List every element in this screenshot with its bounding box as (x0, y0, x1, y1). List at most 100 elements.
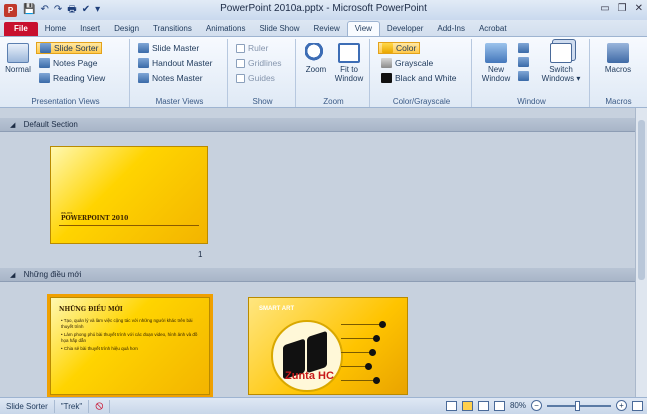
grayscale-icon (381, 58, 392, 68)
arrange-all-icon[interactable] (518, 43, 529, 53)
move-split-icon[interactable] (518, 71, 529, 81)
ruler-checkbox[interactable]: Ruler (236, 43, 268, 53)
slide-thumbnail-3[interactable]: SMART ART Zunta HC (248, 297, 408, 395)
guides-label: Guides (248, 73, 275, 83)
bullet-dot (373, 335, 380, 342)
ruler-check-icon (236, 43, 245, 53)
switch-windows-icon (550, 43, 572, 63)
zoom-label: Zoom (305, 65, 327, 74)
connector-line (341, 338, 375, 339)
tab-insert[interactable]: Insert (73, 22, 107, 36)
slide-thumbnail-2[interactable]: NHỮNG ĐIỀU MỚI • Tạo, quản lý và làm việ… (47, 294, 213, 397)
tab-home[interactable]: Home (38, 22, 73, 36)
group-label-master-views: Master Views (155, 97, 204, 106)
tab-acrobat[interactable]: Acrobat (472, 22, 514, 36)
group-label-color-grayscale: Color/Grayscale (392, 97, 451, 106)
group-presentation-views: Normal Slide Sorter Notes Page Reading V… (2, 39, 130, 107)
notes-master-label: Notes Master (152, 73, 203, 83)
handout-master-icon (138, 58, 149, 68)
black-and-white-button[interactable]: Black and White (381, 73, 456, 83)
notes-page-button[interactable]: Notes Page (39, 58, 97, 68)
zoom-level[interactable]: 80% (510, 401, 526, 410)
reading-view-status-icon[interactable] (477, 400, 489, 411)
slide-sorter-icon (40, 43, 51, 53)
close-icon[interactable]: ✕ (635, 3, 643, 14)
gridlines-check-icon (236, 58, 245, 68)
handout-master-button[interactable]: Handout Master (138, 58, 212, 68)
section-header-new[interactable]: ◢ Những điều mới (0, 268, 647, 282)
status-theme-name[interactable]: "Trek" (55, 399, 90, 413)
guides-checkbox[interactable]: Guides (236, 73, 275, 83)
color-label: Color (396, 43, 417, 53)
group-master-views: Slide Master Handout Master Notes Master… (132, 39, 228, 107)
section-header-default[interactable]: ◢ Default Section (0, 118, 647, 132)
new-window-label-1: New (487, 65, 504, 74)
gridlines-label: Gridlines (248, 58, 282, 68)
macros-button[interactable]: Macros (598, 43, 638, 74)
zoom-button[interactable]: Zoom (302, 43, 330, 74)
vertical-scrollbar[interactable] (635, 108, 647, 397)
slide-2-bullet-1: • Tạo, quản lý và làm việc cộng tác với … (61, 318, 193, 329)
tab-developer[interactable]: Developer (380, 22, 430, 36)
cascade-icon[interactable] (518, 57, 529, 67)
tab-add-ins[interactable]: Add-Ins (430, 22, 472, 36)
ruler-label: Ruler (248, 43, 269, 53)
slide-thumbnail-1[interactable]: ws.ms POWERPOINT 2010 (50, 146, 208, 244)
restore-icon[interactable]: ❐ (618, 3, 627, 14)
zoom-icon (305, 43, 327, 63)
scrollbar-thumb[interactable] (638, 120, 645, 280)
collapse-triangle-icon[interactable]: ◢ (10, 269, 15, 283)
zoom-slider[interactable] (547, 400, 611, 411)
tab-animations[interactable]: Animations (199, 22, 253, 36)
normal-view-icon (7, 43, 29, 63)
minimize-icon[interactable]: ▭ (600, 3, 609, 14)
black-and-white-label: Black and White (395, 73, 457, 83)
fit-slide-icon[interactable] (632, 400, 643, 411)
slide-sorter-status-icon[interactable] (461, 400, 473, 411)
grayscale-button[interactable]: Grayscale (381, 58, 433, 68)
slide-show-status-icon[interactable] (493, 400, 505, 411)
reading-view-button[interactable]: Reading View (39, 73, 105, 83)
color-button[interactable]: Color (378, 42, 421, 54)
bullet-dot (373, 377, 380, 384)
tab-review[interactable]: Review (306, 22, 346, 36)
gridlines-checkbox[interactable]: Gridlines (236, 58, 282, 68)
proofing-icon[interactable]: 🛇 (89, 399, 111, 413)
slide-2-bullet-3: • Chia sẻ bài thuyết trình hiệu quả hơn (61, 346, 138, 351)
slide-master-label: Slide Master (152, 43, 200, 53)
slide-master-button[interactable]: Slide Master (138, 43, 199, 53)
slide-3-watermark: Zunta HC (285, 370, 334, 382)
slide-sorter-label: Slide Sorter (54, 43, 99, 53)
slide-sorter-button[interactable]: Slide Sorter (36, 42, 103, 54)
normal-view-button[interactable]: Normal (4, 43, 32, 74)
bullet-dot (379, 321, 386, 328)
handout-master-label: Handout Master (152, 58, 213, 68)
slide-1-rule (59, 225, 199, 226)
tab-file[interactable]: File (4, 22, 38, 36)
notes-master-button[interactable]: Notes Master (138, 73, 203, 83)
tab-transitions[interactable]: Transitions (146, 22, 199, 36)
color-icon (382, 43, 393, 53)
zoom-in-button[interactable]: + (616, 400, 627, 411)
arrange-buttons (518, 43, 529, 81)
collapse-triangle-icon[interactable]: ◢ (10, 119, 15, 133)
group-macros: Macros Macros (592, 39, 645, 107)
reading-view-label: Reading View (53, 73, 106, 83)
tab-view[interactable]: View (346, 21, 380, 36)
slide-sorter-pane[interactable]: ◢ Default Section ws.ms POWERPOINT 2010 … (0, 108, 647, 397)
new-window-button[interactable]: New Window (478, 43, 514, 83)
section-name: Default Section (23, 120, 78, 129)
slide-2-title: NHỮNG ĐIỀU MỚI (59, 306, 123, 313)
normal-view-status-icon[interactable] (445, 400, 457, 411)
zoom-out-button[interactable]: − (531, 400, 542, 411)
tab-slide-show[interactable]: Slide Show (252, 22, 306, 36)
status-view-name: Slide Sorter (0, 399, 55, 413)
tab-design[interactable]: Design (107, 22, 146, 36)
switch-windows-button[interactable]: Switch Windows ▾ (536, 43, 586, 83)
notes-page-icon (39, 58, 50, 68)
window-controls: ▭ ❐ ✕ (600, 3, 643, 14)
macros-icon (607, 43, 629, 63)
zoom-slider-knob[interactable] (575, 400, 580, 411)
fit-to-window-button[interactable]: Fit to Window (332, 43, 366, 83)
connector-line (341, 352, 371, 353)
